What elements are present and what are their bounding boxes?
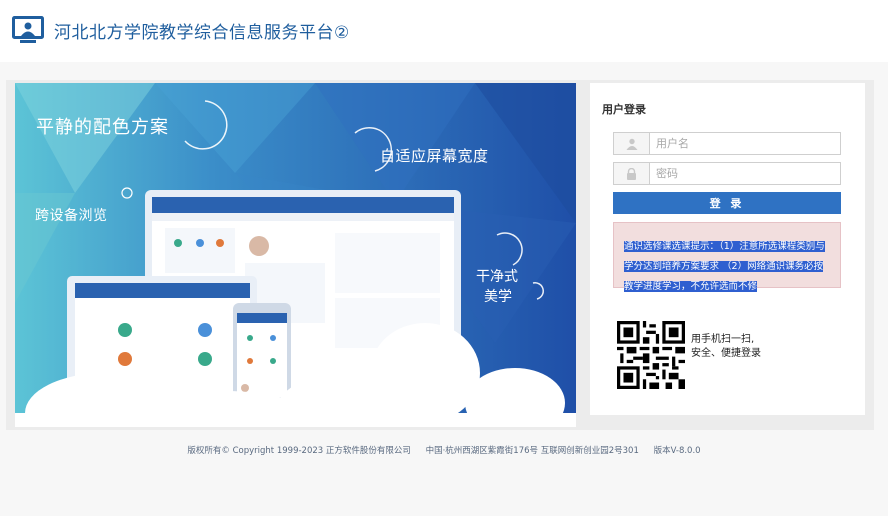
slogan-calm-colors: 平静的配色方案 <box>36 117 169 138</box>
slogan-clean-style: 干净式 <box>476 269 518 285</box>
slogan-adaptive-width: 自适应屏幕宽度 <box>380 147 489 165</box>
login-box: 用户登录 登 录 通识选修课选课提示：（1）注意所选课程类别与学分达到培养方案要… <box>590 83 865 415</box>
username-input[interactable] <box>656 135 836 152</box>
footer-version: 版本V-8.0.0 <box>653 446 701 456</box>
course-selection-notice: 通识选修课选课提示：（1）注意所选课程类别与学分达到培养方案要求 （2）网络通识… <box>613 222 841 292</box>
qr-code-icon <box>617 321 685 389</box>
qr-caption-line2: 安全、便捷登录 <box>691 348 761 359</box>
login-title: 用户登录 <box>602 103 646 116</box>
login-button[interactable]: 登 录 <box>613 192 841 214</box>
user-icon <box>614 133 650 154</box>
monitor-user-icon <box>12 16 44 43</box>
footer-address: 中国·杭州西湖区紫霞街176号 互联网创新创业园2号301 <box>425 446 639 456</box>
main-panel: 平静的配色方案 自适应屏幕宽度 跨设备浏览 干净式 美学 用户登录 登 录 通识… <box>6 80 874 430</box>
password-field <box>613 162 841 185</box>
slogan-cross-device: 跨设备浏览 <box>35 208 108 224</box>
notice-text: 通识选修课选课提示：（1）注意所选课程类别与学分达到培养方案要求 （2）网络通识… <box>624 241 825 292</box>
qr-caption: 用手机扫一扫, 安全、便捷登录 <box>691 333 761 361</box>
footer-copyright: 版权所有© Copyright 1999-2023 正方软件股份有限公司 <box>187 446 411 456</box>
banner-image: 平静的配色方案 自适应屏幕宽度 跨设备浏览 干净式 美学 <box>15 83 576 427</box>
header: 河北北方学院教学综合信息服务平台② <box>0 0 888 62</box>
username-field <box>613 132 841 155</box>
qr-caption-line1: 用手机扫一扫, <box>691 334 755 345</box>
password-input[interactable] <box>656 165 836 182</box>
slogan-aesthetics: 美学 <box>484 289 512 305</box>
footer: 版权所有© Copyright 1999-2023 正方软件股份有限公司 中国·… <box>0 444 888 456</box>
lock-icon <box>614 163 650 184</box>
site-title: 河北北方学院教学综合信息服务平台② <box>54 23 350 43</box>
